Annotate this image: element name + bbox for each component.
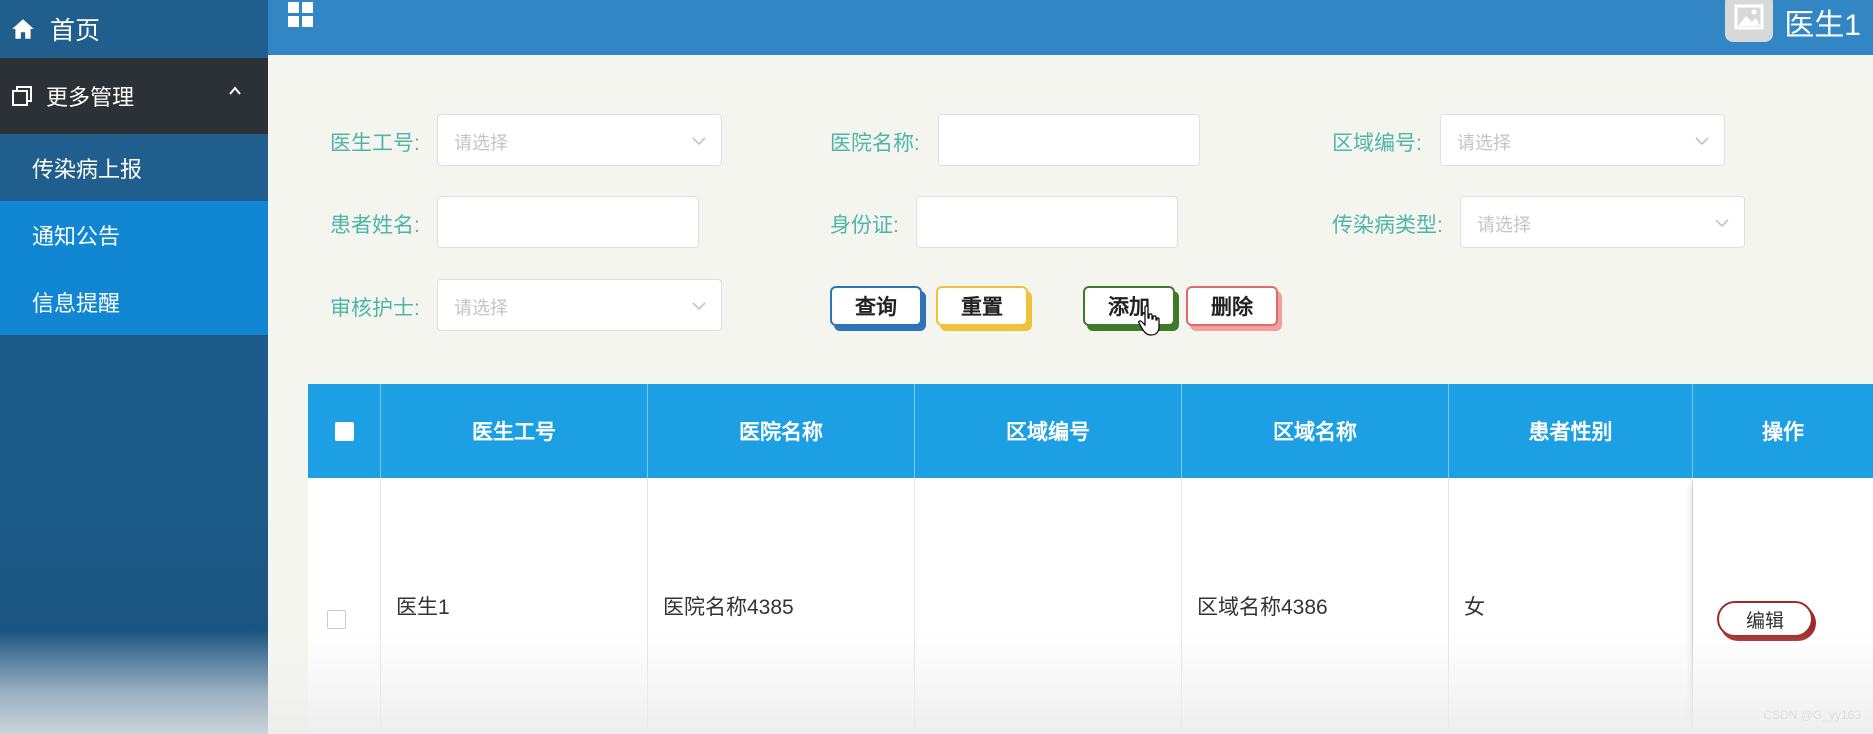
cell-doctor-id: 医生1	[381, 478, 648, 734]
sidebar-item-home[interactable]: 首页	[0, 0, 268, 58]
sidebar: 首页 更多管理 传染病上报 通知公告 信息提醒	[0, 0, 268, 734]
user-name[interactable]: 医生1	[1784, 0, 1861, 44]
main-content: 医生工号: 请选择 医院名称: 区域编号: 请选择 患者姓名: 身份证: 传染病…	[268, 55, 1873, 734]
select-placeholder: 请选择	[1457, 133, 1511, 153]
column-header[interactable]: 区域编号	[915, 384, 1182, 478]
cell-region-name: 区域名称4386	[1182, 478, 1449, 734]
disease-type-select[interactable]: 请选择	[1460, 196, 1745, 248]
chevron-down-icon	[692, 302, 706, 311]
sidebar-item-disease-report[interactable]: 传染病上报	[0, 134, 268, 201]
data-table: 医生工号 医院名称 区域编号 区域名称 患者性别 操作 医生1 医院名称4385…	[308, 384, 1873, 734]
row-checkbox[interactable]	[327, 610, 346, 629]
region-code-label: 区域编号:	[1332, 132, 1422, 155]
column-header[interactable]: 患者性别	[1449, 384, 1693, 478]
sidebar-home-label: 首页	[50, 17, 101, 45]
sidebar-group-more[interactable]: 更多管理	[0, 58, 268, 134]
patient-name-label: 患者姓名:	[330, 214, 420, 237]
disease-type-label: 传染病类型:	[1332, 214, 1443, 237]
select-all-checkbox[interactable]	[335, 422, 354, 441]
sidebar-item-label: 传染病上报	[32, 156, 143, 182]
nurse-label: 审核护士:	[330, 297, 420, 320]
select-placeholder: 请选择	[1477, 215, 1531, 235]
hospital-name-input[interactable]	[938, 114, 1200, 166]
query-button[interactable]: 查询	[830, 286, 922, 326]
cell-hospital-name: 医院名称4385	[648, 478, 915, 734]
add-button[interactable]: 添加	[1083, 286, 1175, 326]
column-header[interactable]: 医院名称	[648, 384, 915, 478]
image-icon	[1734, 4, 1764, 30]
id-card-label: 身份证:	[830, 214, 899, 237]
sidebar-more-label: 更多管理	[46, 85, 135, 110]
column-header[interactable]: 区域名称	[1182, 384, 1449, 478]
avatar[interactable]	[1725, 0, 1773, 42]
hand-cursor-icon	[1138, 305, 1160, 336]
nurse-select[interactable]: 请选择	[437, 279, 722, 331]
region-code-select[interactable]: 请选择	[1440, 114, 1725, 166]
chevron-up-icon	[229, 86, 241, 95]
table-header: 医生工号 医院名称 区域编号 区域名称 患者性别 操作	[308, 384, 1873, 478]
hospital-name-label: 医院名称:	[830, 132, 920, 155]
header-checkbox-cell	[308, 384, 381, 478]
home-icon	[12, 19, 34, 39]
doctor-id-label: 医生工号:	[330, 132, 420, 155]
copy-icon	[12, 86, 32, 106]
cell-region-code	[915, 478, 1182, 734]
sidebar-item-reminder[interactable]: 信息提醒	[0, 268, 268, 335]
row-checkbox-cell	[308, 478, 381, 734]
sidebar-item-label: 通知公告	[32, 223, 121, 249]
edit-button[interactable]: 编辑	[1717, 601, 1813, 637]
grid-menu-icon[interactable]	[286, 0, 316, 30]
select-placeholder: 请选择	[454, 133, 508, 153]
chevron-down-icon	[1715, 219, 1729, 228]
top-bar: 医生1	[268, 0, 1873, 55]
delete-button[interactable]: 删除	[1186, 286, 1278, 326]
chevron-down-icon	[692, 137, 706, 146]
sidebar-item-notice[interactable]: 通知公告	[0, 201, 268, 268]
watermark: CSDN @G_yy163	[1763, 708, 1861, 722]
select-placeholder: 请选择	[454, 298, 508, 318]
column-header[interactable]: 医生工号	[381, 384, 648, 478]
patient-name-input[interactable]	[437, 196, 699, 248]
cell-gender: 女	[1449, 478, 1693, 734]
sidebar-item-label: 信息提醒	[32, 290, 121, 316]
chevron-down-icon	[1695, 137, 1709, 146]
doctor-id-select[interactable]: 请选择	[437, 114, 722, 166]
id-card-input[interactable]	[916, 196, 1178, 248]
column-header: 操作	[1762, 421, 1804, 444]
reset-button[interactable]: 重置	[936, 286, 1028, 326]
